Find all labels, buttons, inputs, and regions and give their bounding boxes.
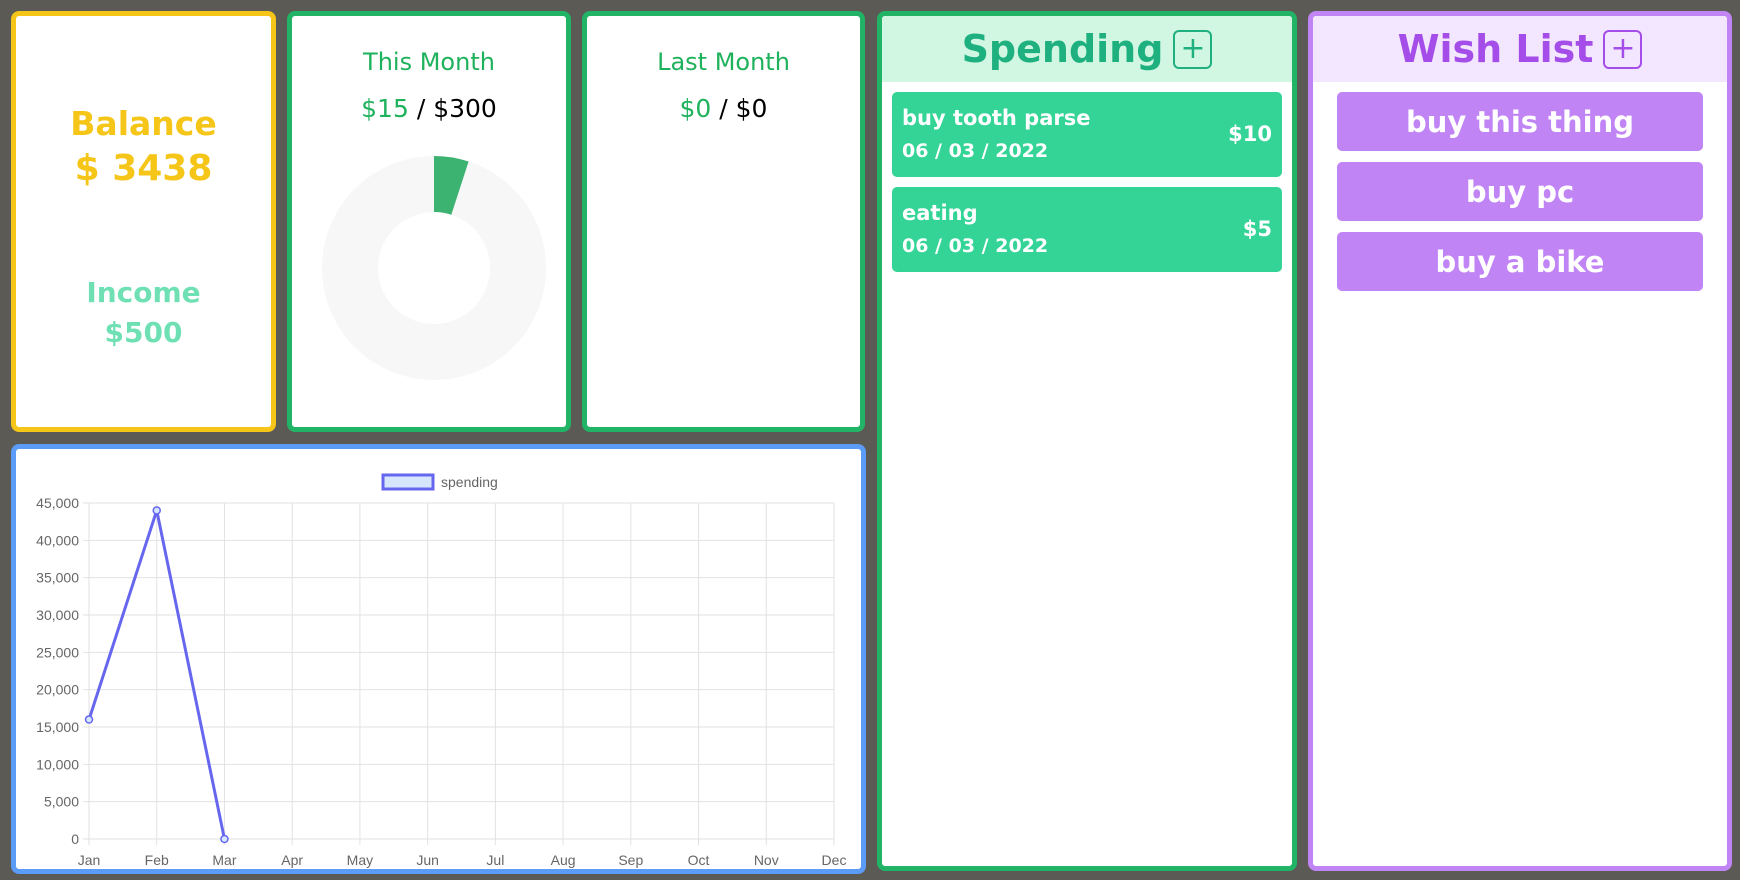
last-month-separator: / [711,94,736,123]
wish-list-item[interactable]: buy this thing [1337,92,1703,151]
x-tick-label: Feb [145,852,169,868]
add-wish-button[interactable]: + [1603,29,1643,69]
legend-swatch [381,473,435,491]
add-spending-button[interactable]: + [1173,29,1213,69]
this-month-card: This Month $15 / $300 [287,11,571,432]
spending-item-amount: $5 [1242,217,1272,241]
y-tick-label: 40,000 [36,532,79,548]
spending-list: buy tooth parse 06 / 03 / 2022 $10 eatin… [882,92,1292,272]
y-tick-label: 15,000 [36,719,79,735]
x-tick-label: Sep [618,852,643,868]
this-month-separator: / [408,94,434,123]
y-tick-label: 25,000 [36,644,79,660]
data-point [152,506,161,515]
this-month-values: $15 / $300 [292,94,566,123]
last-month-spent: $0 [679,94,712,123]
income-value: $500 [104,316,183,349]
spending-item-name: eating [902,201,978,225]
spending-panel: Spending + buy tooth parse 06 / 03 / 202… [877,11,1297,871]
legend-label: spending [441,474,498,490]
wish-list-title: Wish List [1397,27,1594,71]
x-tick-label: Apr [281,852,303,868]
this-month-title: This Month [363,48,495,76]
wish-list-item[interactable]: buy pc [1337,162,1703,221]
y-tick-label: 35,000 [36,570,79,586]
wish-list-item[interactable]: buy a bike [1337,232,1703,291]
this-month-spent: $15 [361,94,409,123]
spending-item-date: 06 / 03 / 2022 [902,140,1049,162]
wish-list-items: buy this thing buy pc buy a bike [1313,92,1727,291]
spending-item[interactable]: eating 06 / 03 / 2022 $5 [892,187,1282,272]
x-tick-label: Dec [822,852,847,868]
x-tick-label: Aug [551,852,576,868]
x-tick-label: Jan [78,852,101,868]
y-tick-label: 0 [71,831,79,847]
y-tick-label: 20,000 [36,682,79,698]
spending-item-date: 06 / 03 / 2022 [902,235,1049,257]
data-point [84,715,94,724]
spending-header: Spending + [882,16,1292,82]
x-tick-label: Jul [486,852,504,868]
balance-label: Balance [70,104,217,143]
x-tick-label: Jun [416,852,439,868]
income-label: Income [86,276,201,309]
y-tick-label: 10,000 [36,756,79,772]
this-month-budget: $300 [433,94,497,123]
budget-donut-chart [322,156,546,380]
last-month-card: Last Month $0 / $0 [582,11,865,432]
y-tick-label: 45,000 [36,495,79,511]
spending-title: Spending [961,27,1164,71]
last-month-budget: $0 [735,94,768,123]
y-tick-label: 30,000 [36,607,79,623]
wish-list-header: Wish List + [1313,16,1727,82]
x-tick-label: Nov [754,852,779,868]
spending-line-chart: 0 5,000 10,000 15,000 20,000 25,000 30,000 35,0… [36,473,847,868]
spending-item[interactable]: buy tooth parse 06 / 03 / 2022 $10 [892,92,1282,177]
x-tick-label: Mar [212,852,236,868]
last-month-values: $0 / $0 [587,94,860,123]
balance-card: Balance $ 3438 Income $500 [11,11,276,432]
donut-spent-arc [432,156,469,216]
spending-item-name: buy tooth parse [902,106,1091,130]
last-month-title: Last Month [657,48,790,76]
balance-value: $ 3438 [74,148,213,189]
data-point [220,834,229,844]
x-tick-label: May [347,852,373,868]
spending-item-amount: $10 [1228,122,1272,146]
wish-list-panel: Wish List + buy this thing buy pc buy a … [1308,11,1732,871]
y-tick-label: 5,000 [44,794,79,810]
x-tick-label: Oct [688,852,710,868]
spending-chart-card: 0 5,000 10,000 15,000 20,000 25,000 30,000 35,0… [11,444,866,874]
